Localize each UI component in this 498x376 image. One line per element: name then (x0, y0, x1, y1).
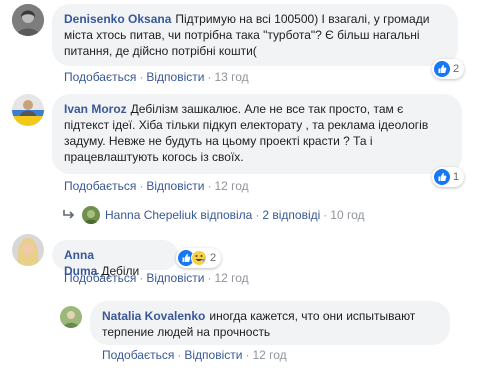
comment-actions: Подобається · Відповісти · 12 год (102, 348, 287, 362)
like-button[interactable]: Подобається (64, 179, 136, 193)
reaction-summary[interactable]: 2 (176, 248, 222, 268)
like-button[interactable]: Подобається (102, 348, 174, 362)
reaction-summary[interactable]: 2 (432, 59, 465, 79)
timestamp[interactable]: 13 год (214, 70, 248, 84)
timestamp[interactable]: 12 год (214, 179, 248, 193)
avatar[interactable] (12, 234, 44, 266)
comment-bubble: Anna Duma Дебіли (52, 240, 178, 278)
avatar[interactable] (12, 94, 44, 126)
comment-actions: Подобається · Відповісти · 12 год (64, 179, 249, 193)
reply-button[interactable]: Відповісти (146, 70, 204, 84)
comment-2: Ivan Moroz Дебілізм зашкалює. Але не все … (0, 90, 498, 230)
haha-icon (191, 250, 207, 266)
comment-author[interactable]: Denisenko Oksana (64, 12, 171, 26)
comment-1: Denisenko Oksana Підтримую на всі 100500)… (0, 0, 498, 90)
comment-author[interactable]: Ivan Moroz (64, 102, 127, 116)
reaction-count: 1 (453, 171, 460, 183)
like-icon (434, 61, 450, 77)
avatar[interactable] (60, 306, 82, 328)
like-button[interactable]: Подобається (64, 271, 136, 285)
reply-button[interactable]: Відповісти (146, 271, 204, 285)
avatar[interactable] (12, 4, 44, 36)
comment-bubble: Denisenko Oksana Підтримую на всі 100500)… (52, 4, 458, 66)
like-icon (434, 169, 450, 185)
reply-author: Hanna Chepeliuk (105, 208, 198, 222)
view-replies-link[interactable]: Hanna Chepeliuk відповіла · 2 відповіді · 10… (62, 206, 365, 224)
reply-button[interactable]: Відповісти (146, 179, 204, 193)
reaction-count: 2 (210, 252, 217, 264)
reaction-summary[interactable]: 1 (432, 167, 465, 187)
timestamp: 10 год (330, 208, 365, 222)
comment-bubble: Ivan Moroz Дебілізм зашкалює. Але не все … (52, 94, 462, 174)
reply-comment: Natalia Kovalenko иногда кажется, что они… (0, 298, 498, 376)
comment-actions: Подобається · Відповісти · 12 год (64, 271, 249, 285)
reply-button[interactable]: Відповісти (184, 348, 242, 362)
avatar (82, 206, 100, 224)
like-button[interactable]: Подобається (64, 70, 136, 84)
comment-actions: Подобається · Відповісти · 13 год (64, 70, 249, 84)
timestamp[interactable]: 12 год (214, 271, 248, 285)
comment-3: Anna Duma Дебіли 2 Подобається · Відповісти… (0, 230, 498, 376)
reaction-count: 2 (453, 63, 460, 75)
comment-bubble: Natalia Kovalenko иногда кажется, что они… (90, 301, 450, 345)
reply-arrow-icon (62, 209, 76, 221)
comment-author[interactable]: Natalia Kovalenko (102, 309, 205, 323)
timestamp[interactable]: 12 год (252, 348, 286, 362)
reply-action-text: відповіла (200, 208, 253, 222)
reply-count: 2 відповіді (262, 208, 321, 222)
